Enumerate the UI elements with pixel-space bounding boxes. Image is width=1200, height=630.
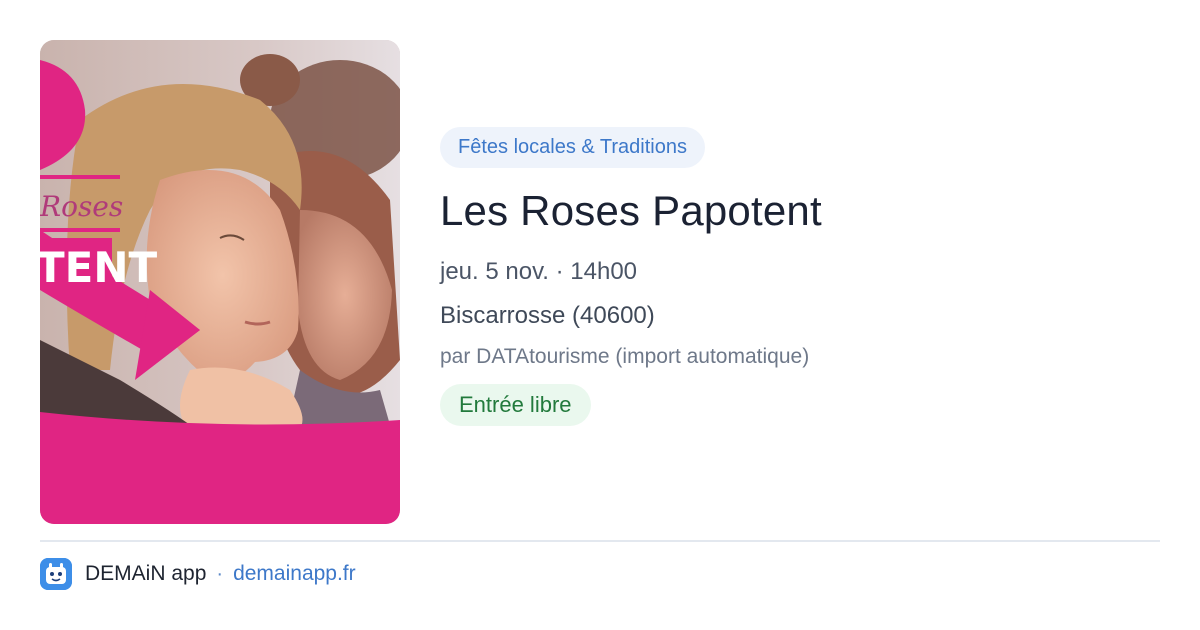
event-title[interactable]: Les Roses Papotent	[440, 186, 1160, 236]
footer-divider	[40, 540, 1160, 542]
event-poster-image[interactable]: Roses TENT	[40, 40, 400, 524]
footer-separator: ·	[216, 562, 224, 585]
event-share-card: Roses TENT Fêtes locales & Traditions Le…	[0, 0, 1200, 630]
poster-roses-text: Roses	[40, 190, 123, 223]
event-info: Fêtes locales & Traditions Les Roses Pap…	[440, 127, 1160, 426]
app-name[interactable]: DEMAiN app	[85, 562, 206, 586]
event-date-time: jeu. 5 nov. · 14h00	[440, 258, 638, 285]
event-location: Biscarrosse (40600)	[440, 302, 655, 329]
category-badge[interactable]: Fêtes locales & Traditions	[440, 127, 705, 168]
app-logo-icon[interactable]	[40, 558, 72, 590]
price-badge: Entrée libre	[440, 384, 591, 426]
event-source: par DATAtourisme (import automatique)	[440, 345, 810, 368]
poster-tent-text: TENT	[40, 243, 157, 292]
app-domain-link[interactable]: demainapp.fr	[233, 562, 356, 586]
footer: DEMAiN app · demainapp.fr	[40, 558, 356, 590]
